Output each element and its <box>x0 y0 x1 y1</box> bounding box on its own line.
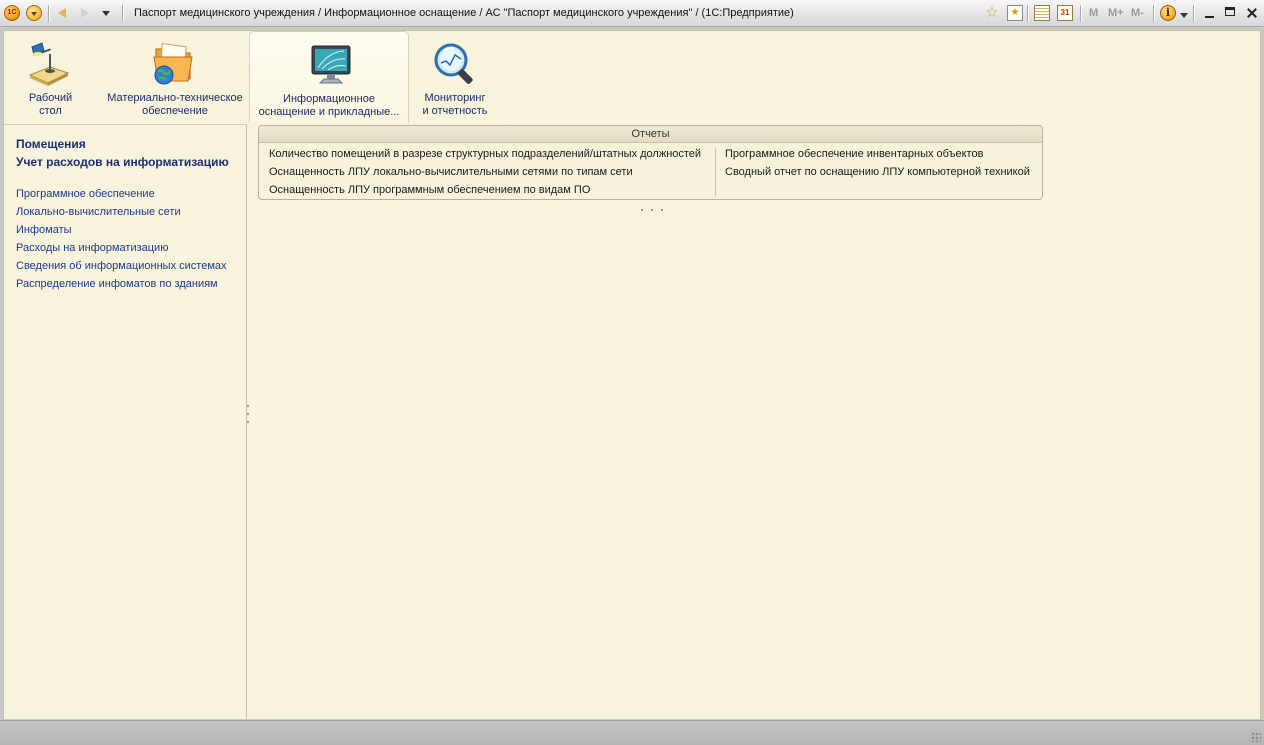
report-link-rooms-by-department[interactable]: Количество помещений в разрезе структурн… <box>269 148 701 160</box>
section-label: Рабочий стол <box>28 92 73 117</box>
forward-arrow-icon[interactable] <box>78 6 92 20</box>
close-icon[interactable] <box>1243 4 1261 22</box>
nav-link-software[interactable]: Программное обеспечение <box>16 188 155 200</box>
section-desktop[interactable]: Рабочий стол <box>14 31 87 123</box>
folder-globe-icon <box>153 42 193 85</box>
monitor-icon <box>311 45 351 84</box>
action-panel <box>247 124 1260 719</box>
title-bar: 1С Паспорт медицинского учреждения / Инф… <box>0 0 1264 27</box>
navigation-panel: Помещения Учет расходов на информатизаци… <box>4 124 247 719</box>
report-link-inventory-software[interactable]: Программное обеспечение инвентарных объе… <box>725 148 983 160</box>
toolbar-separator <box>1193 5 1195 22</box>
nav-item-it-expenses-accounting[interactable]: Учет расходов на информатизацию <box>16 155 229 169</box>
toolbar-separator <box>1153 5 1155 22</box>
status-bar <box>0 720 1264 745</box>
panel-splitter-handle[interactable] <box>246 405 250 435</box>
calculator-icon[interactable] <box>1034 5 1050 21</box>
reports-group-title[interactable]: Отчеты <box>259 126 1042 143</box>
history-dropdown-icon[interactable] <box>101 10 111 18</box>
back-arrow-icon[interactable] <box>56 6 70 20</box>
memory-button-m-plus[interactable]: M+ <box>1108 7 1124 19</box>
calendar-icon[interactable]: 31 <box>1057 5 1073 21</box>
info-dropdown-icon[interactable] <box>1180 13 1188 18</box>
1c-logo-icon[interactable]: 1С <box>4 5 20 21</box>
report-link-computer-equipment-summary[interactable]: Сводный отчет по оснащению ЛПУ компьютер… <box>725 166 1030 178</box>
section-it-equipment[interactable]: Информационное оснащение и прикладные... <box>249 31 409 123</box>
favorites-icon[interactable]: ★ <box>1007 5 1023 21</box>
add-to-favorites-icon[interactable]: ☆ <box>984 5 1000 21</box>
section-label: Информационное оснащение и прикладные... <box>258 93 400 118</box>
resize-grip-icon[interactable] <box>1251 732 1261 742</box>
magnifier-icon <box>434 43 473 84</box>
maximize-icon[interactable] <box>1222 4 1240 22</box>
report-link-lan-by-type[interactable]: Оснащенность ЛПУ локально-вычислительным… <box>269 166 633 178</box>
toolbar-separator <box>1027 5 1029 22</box>
nav-link-infomat-distribution[interactable]: Распределение инфоматов по зданиям <box>16 278 218 290</box>
desk-lamp-icon <box>28 42 70 86</box>
nav-link-info-systems[interactable]: Сведения об информационных системах <box>16 260 227 272</box>
toolbar-separator <box>1080 5 1082 22</box>
main-menu-icon[interactable] <box>26 5 42 21</box>
toolbar-separator <box>48 5 50 22</box>
info-icon[interactable]: i <box>1160 5 1176 21</box>
section-logistics[interactable]: Материально-техническое обеспечение <box>102 31 248 123</box>
nav-item-rooms[interactable]: Помещения <box>16 137 86 151</box>
memory-button-m-minus[interactable]: M- <box>1131 7 1144 19</box>
group-resize-handle[interactable] <box>641 202 671 211</box>
section-label: Мониторинг и отчетность <box>422 92 488 117</box>
window-title: Паспорт медицинского учреждения / Информ… <box>134 7 794 19</box>
nav-link-it-expenses[interactable]: Расходы на информатизацию <box>16 242 168 254</box>
nav-link-infomats[interactable]: Инфоматы <box>16 224 72 236</box>
minimize-icon[interactable] <box>1201 4 1219 22</box>
reports-group: Отчеты Количество помещений в разрезе ст… <box>258 125 1043 200</box>
nav-link-local-networks[interactable]: Локально-вычислительные сети <box>16 206 181 218</box>
section-label: Материально-техническое обеспечение <box>107 92 243 117</box>
app-workspace: Рабочий стол Материально-техническое обе… <box>3 30 1261 719</box>
memory-button-m[interactable]: M <box>1089 7 1098 19</box>
section-monitoring[interactable]: Мониторинг и отчетность <box>416 31 494 123</box>
section-panel: Рабочий стол Материально-техническое обе… <box>4 31 1260 123</box>
report-link-software-by-type[interactable]: Оснащенность ЛПУ программным обеспечение… <box>269 184 590 196</box>
toolbar-separator <box>122 5 124 22</box>
column-divider <box>715 148 716 196</box>
